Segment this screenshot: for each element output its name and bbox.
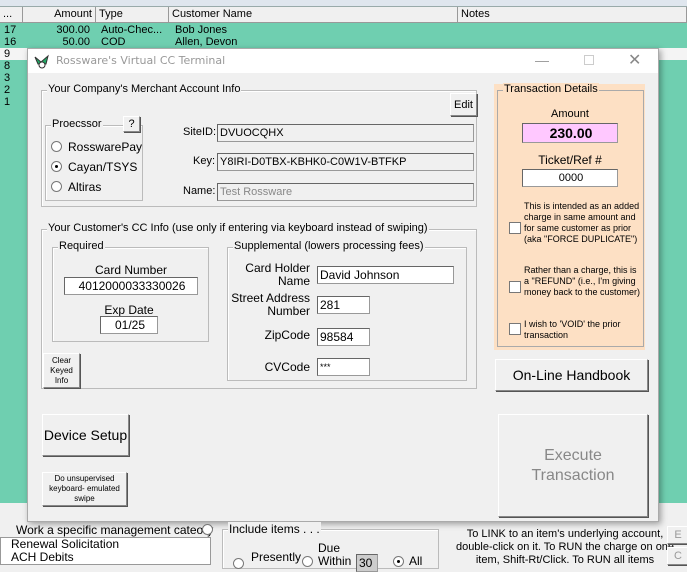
cvcode-field[interactable]: *** [317, 358, 370, 376]
supplemental-label: Supplemental (lowers processing fees) [233, 240, 425, 252]
cell-num: 9 [4, 48, 11, 60]
cell-type: COD [101, 36, 126, 48]
zipcode-label: ZipCode [264, 328, 310, 342]
app-logo-icon [34, 54, 49, 69]
processor-help-button[interactable]: ? [123, 116, 140, 132]
category-radio[interactable] [202, 524, 213, 535]
due-within-radio[interactable] [302, 556, 313, 567]
required-label: Required [58, 240, 105, 252]
edit-button[interactable]: Edit [450, 93, 477, 116]
dialog-title: Rossware's Virtual CC Terminal [56, 54, 226, 67]
cvcode-label: CVCode [264, 360, 310, 374]
cell-num: 8 [4, 60, 11, 72]
siteid-field[interactable]: DVUOCQHX [217, 124, 474, 142]
processor-label: Proecssor [51, 118, 103, 130]
help-text: To LINK to an item's underlying account,… [455, 528, 675, 566]
cell-amount: 300.00 [56, 24, 90, 36]
customer-group-label: Your Customer's CC Info (use only if ent… [47, 222, 429, 234]
col-header-num[interactable]: ... [0, 7, 23, 23]
c-button[interactable]: C [667, 547, 687, 565]
cell-amount: 50.00 [62, 36, 90, 48]
ticket-label: Ticket/Ref # [538, 153, 602, 167]
virtual-cc-terminal-dialog: Rossware's Virtual CC Terminal — ✕ Your … [27, 48, 659, 522]
radio-rosswarepay[interactable] [51, 141, 62, 152]
name-label: Name: [183, 185, 216, 197]
cell-num: 2 [4, 84, 11, 96]
col-header-type[interactable]: Type [96, 7, 169, 23]
presently-label: Presently [251, 550, 302, 564]
clear-keyed-info-button[interactable]: Clear Keyed Info [43, 353, 80, 388]
exp-date-label: Exp Date [104, 303, 154, 317]
all-label: All [409, 554, 423, 568]
close-icon[interactable]: ✕ [628, 50, 641, 70]
cell-num: 1 [4, 96, 11, 108]
zipcode-field[interactable]: 98584 [317, 328, 370, 346]
refund-checkbox[interactable] [509, 281, 521, 293]
name-field[interactable]: Test Rossware [217, 183, 474, 201]
table-row[interactable]: 17 300.00 Auto-Chec... Bob Jones [0, 24, 687, 36]
void-checkbox[interactable] [509, 323, 521, 335]
street-address-label: Street Address Number [231, 291, 310, 318]
card-number-label: Card Number [94, 263, 168, 277]
transaction-label: Transaction Details [503, 83, 599, 95]
ticket-field[interactable]: 0000 [522, 169, 618, 187]
col-header-amount[interactable]: Amount [23, 7, 96, 23]
cell-name: Allen, Devon [175, 36, 238, 48]
category-label: Work a specific management cateory [16, 523, 214, 537]
all-radio[interactable] [393, 556, 404, 567]
force-duplicate-checkbox[interactable] [509, 222, 521, 234]
e-button[interactable]: E [667, 526, 687, 544]
key-field[interactable]: Y8IRI-D0TBX-KBHK0-C0W1V-BTFKP [217, 153, 474, 171]
refund-label: Rather than a charge, this is a "REFUND"… [524, 265, 641, 297]
label-altiras: Altiras [68, 180, 102, 194]
cell-num: 17 [4, 24, 17, 36]
cell-name: Bob Jones [175, 24, 227, 36]
list-item[interactable]: ACH Debits [1, 551, 210, 564]
merchant-group-label: Your Company's Merchant Account Info [47, 83, 242, 95]
key-label: Key: [193, 155, 216, 167]
days-field[interactable]: 30 [356, 554, 378, 572]
cell-num: 3 [4, 72, 11, 84]
card-number-field[interactable]: 4012000033330026 [64, 277, 198, 295]
siteid-label: SiteID: [183, 126, 217, 138]
void-label: I wish to 'VOID' the prior transaction [524, 319, 621, 340]
col-header-customer[interactable]: Customer Name [169, 7, 458, 23]
label-rosswarepay: RosswarePay [68, 140, 143, 154]
exp-date-field[interactable]: 01/25 [100, 316, 158, 334]
street-address-field[interactable]: 281 [317, 296, 370, 314]
title-bar[interactable]: Rossware's Virtual CC Terminal — ✕ [28, 49, 658, 73]
unsupervised-swipe-button[interactable]: Do unsupervised keyboard- emulated swipe [42, 472, 127, 506]
device-setup-button[interactable]: Device Setup [42, 414, 129, 456]
card-holder-label: Card Holder Name [245, 261, 310, 288]
cell-num: 16 [4, 36, 17, 48]
maximize-icon[interactable] [584, 55, 594, 65]
cell-type: Auto-Chec... [101, 24, 163, 36]
amount-field[interactable]: 230.00 [522, 123, 618, 143]
top-strip [0, 0, 687, 7]
presently-radio[interactable] [233, 558, 244, 569]
radio-cayan-tsys[interactable] [51, 161, 62, 172]
minimize-icon[interactable]: — [535, 52, 549, 68]
label-cayan-tsys: Cayan/TSYS [68, 160, 138, 174]
include-items-label: Include items . . . [228, 522, 321, 536]
grid-header: ... Amount Type Customer Name Notes [0, 7, 687, 23]
card-holder-field[interactable]: David Johnson [317, 266, 454, 284]
amount-label: Amount [551, 108, 589, 120]
table-row[interactable]: 16 50.00 COD Allen, Devon [0, 36, 687, 48]
online-handbook-button[interactable]: On-Line Handbook [495, 359, 648, 391]
category-list[interactable]: Renewal Solicitation ACH Debits [0, 537, 211, 565]
radio-altiras[interactable] [51, 181, 62, 192]
force-duplicate-label: This is intended as an added charge in s… [524, 201, 640, 244]
due-within-label: Due Within [318, 541, 352, 568]
col-header-notes[interactable]: Notes [458, 7, 687, 23]
execute-transaction-button[interactable]: Execute Transaction [498, 414, 648, 517]
